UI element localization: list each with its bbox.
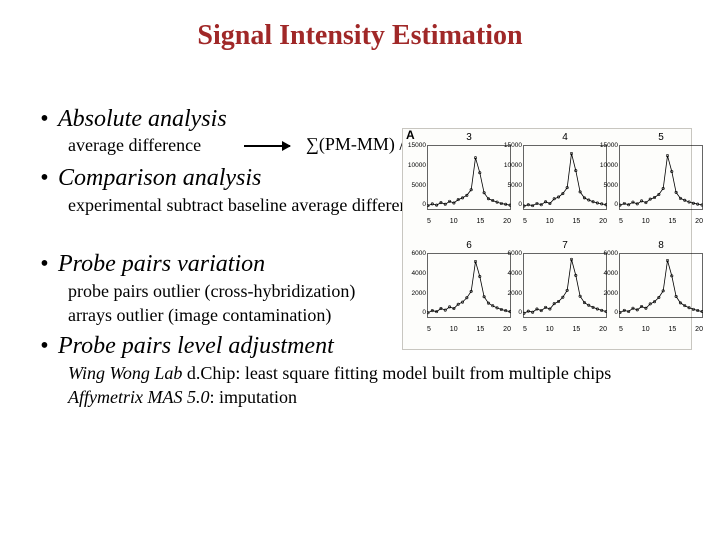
mini-chart-3: 31500010000500005101520 [427,135,511,235]
x-ticks: 5101520 [523,218,607,225]
x-ticks: 5101520 [523,326,607,333]
bullet-text: Probe pairs variation [58,251,265,277]
x-ticks: 5101520 [619,218,703,225]
mini-chart-title: 8 [619,240,703,251]
mini-chart-4: 41500010000500005101520 [523,135,607,235]
y-ticks: 6000400020000 [404,251,426,317]
chart-svg [523,135,607,221]
x-ticks: 5101520 [427,218,511,225]
arrow-icon [244,145,290,147]
chart-svg [427,243,511,329]
x-ticks: 5101520 [427,326,511,333]
chart-svg [619,243,703,329]
ppa-sub2-rest: : imputation [209,387,297,407]
slide: Signal Intensity Estimation •Absolute an… [0,0,720,540]
mini-chart-7: 760004000200005101520 [523,243,607,343]
y-ticks: 6000400020000 [500,251,522,317]
panel-label: A [406,128,415,142]
mini-chart-title: 6 [427,240,511,251]
ppa-sub2-italic: Affymetrix MAS 5.0 [68,387,209,407]
y-ticks: 6000400020000 [596,251,618,317]
mini-chart-5: 51500010000500005101520 [619,135,703,235]
mini-chart-title: 3 [427,132,511,143]
mini-chart-8: 860004000200005101520 [619,243,703,343]
mini-chart-title: 5 [619,132,703,143]
slide-title: Signal Intensity Estimation [0,20,720,52]
chart-svg [619,135,703,221]
y-ticks: 150001000050000 [404,143,426,209]
bullet-text: Absolute analysis [58,106,227,132]
ppa-sub2: Affymetrix MAS 5.0: imputation [68,386,680,409]
y-ticks: 150001000050000 [596,143,618,209]
mini-chart-title: 7 [523,240,607,251]
bullet-text: Comparison analysis [58,165,261,191]
mini-chart-title: 4 [523,132,607,143]
avg-diff-label: average difference [68,135,201,156]
ppa-sub1-italic: Wing Wong Lab [68,363,182,383]
chart-panel: A 31500010000500005101520415000100005000… [402,128,692,350]
bullet-text: Probe pairs level adjustment [58,333,334,359]
mini-chart-6: 660004000200005101520 [427,243,511,343]
y-ticks: 150001000050000 [500,143,522,209]
chart-svg [523,243,607,329]
ppa-sub1: Wing Wong Lab d.Chip: least square fitti… [68,362,680,385]
chart-svg [427,135,511,221]
x-ticks: 5101520 [619,326,703,333]
ppa-sub1-rest: d.Chip: least square fitting model built… [182,363,611,383]
